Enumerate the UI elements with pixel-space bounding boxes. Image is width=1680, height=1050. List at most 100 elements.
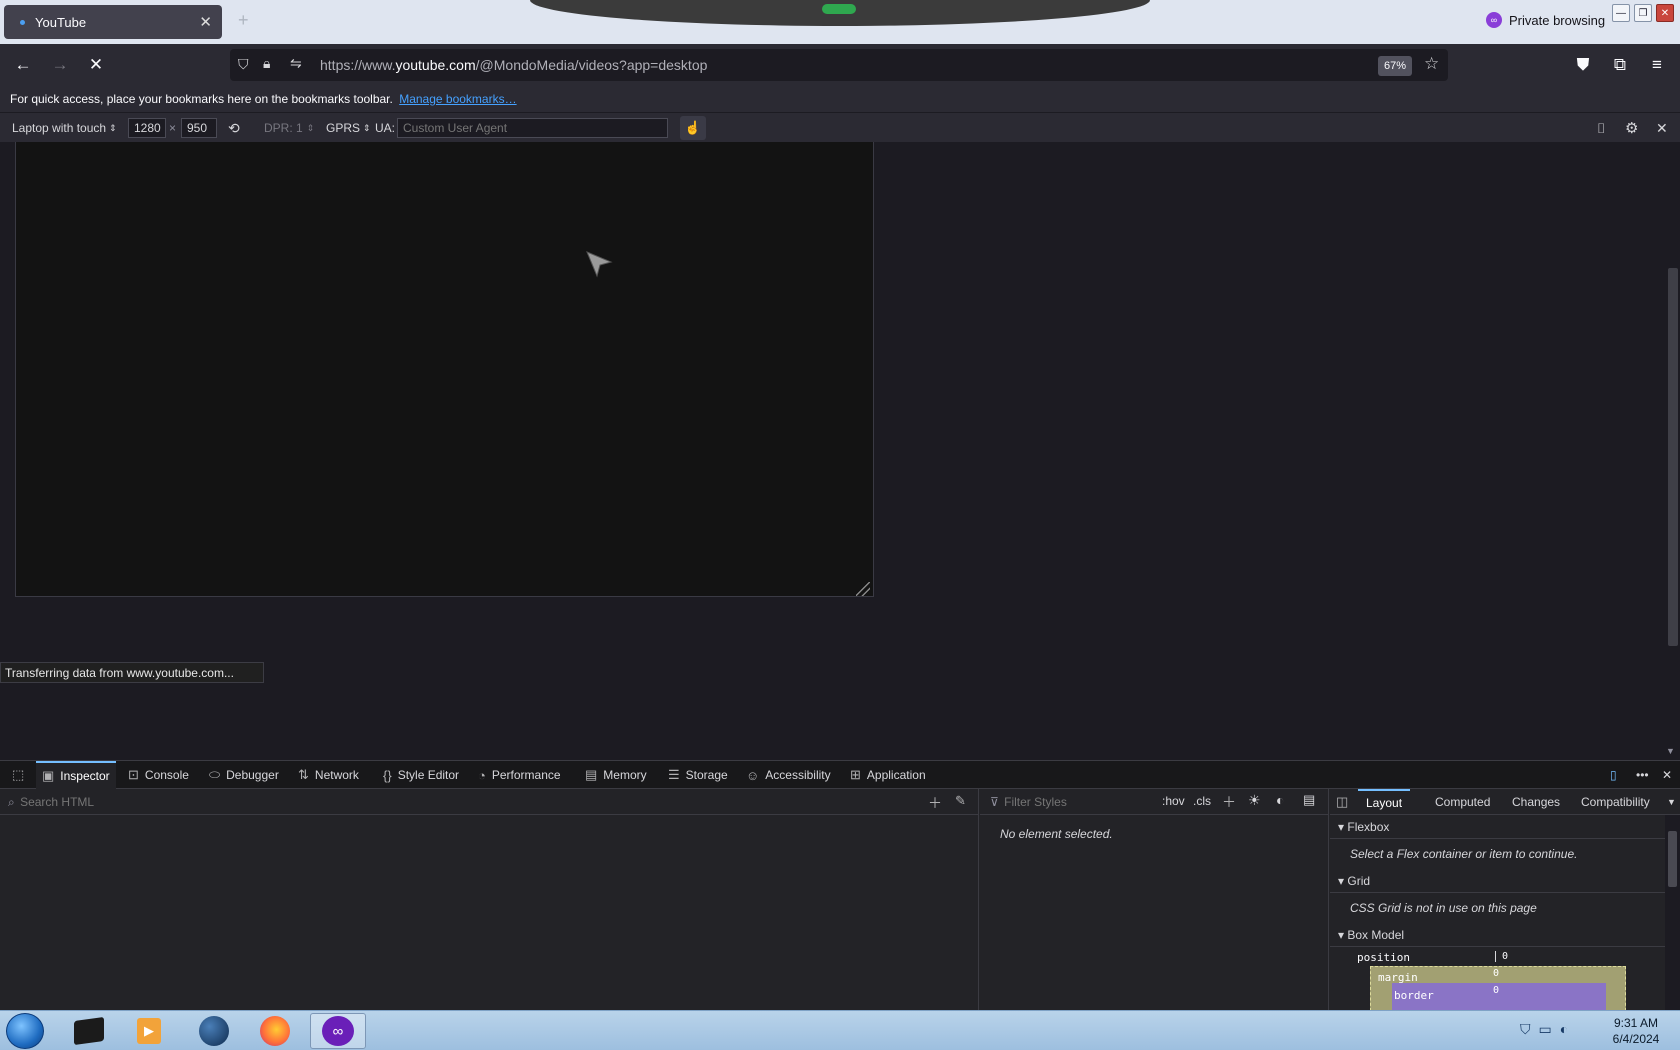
tab-inspector[interactable]: ▣ Inspector [36,761,116,789]
search-html-input[interactable] [18,794,899,810]
element-picker-icon[interactable]: ⬚ [6,761,30,789]
screenshot-icon[interactable]: ⌷ [1597,119,1605,137]
pocket-icon[interactable]: ⛊ [1570,53,1596,77]
dark-scheme-icon[interactable]: ◐ [1276,792,1284,808]
page-scrollbar-thumb[interactable] [1668,268,1678,646]
touch-simulation-toggle[interactable]: ☝ [680,116,706,140]
taskbar-app-firefox[interactable] [250,1013,300,1049]
security-icon[interactable]: ⛉ [1520,1021,1531,1038]
viewport-height-input[interactable]: 950 [181,118,217,138]
print-media-icon[interactable]: ▤ [1303,792,1315,808]
dropdown-arrows-icon: ⇕ [109,122,117,133]
viewport-width-input[interactable]: 1280 [128,118,166,138]
window-close-icon[interactable]: ✕ [1656,4,1674,22]
tab-performance[interactable]: ◔ Performance [472,761,567,789]
url-text[interactable]: https://www.youtube.com/@MondoMedia/vide… [320,57,707,73]
collapse-triangle-icon: ▾ [1338,874,1348,888]
shield-icon[interactable]: ⛉ [238,56,249,73]
tab-label: Style Editor [397,768,460,782]
flexbox-section-header[interactable]: ▾ Flexbox [1330,815,1665,839]
tab-compatibility[interactable]: Compatibility [1573,789,1658,815]
tab-debugger[interactable]: ⬭ Debugger [203,761,285,789]
device-selector[interactable]: Laptop with touch ⇕ [12,119,117,137]
lock-icon[interactable]: 🔒︎ [263,55,270,72]
new-tab-icon[interactable]: + [238,10,249,31]
address-bar[interactable]: ⛉ 🔒︎ ⇋ https://www.youtube.com/@MondoMed… [230,49,1448,81]
network-tray-icon[interactable]: ▭ [1539,1021,1552,1038]
forward-button[interactable]: → [47,53,73,77]
clock-date: 6/4/2024 [1612,1032,1660,1046]
eyedropper-icon[interactable]: ✎ [955,793,966,809]
tab-computed[interactable]: Computed [1427,789,1498,815]
tab-label: Debugger [226,768,279,782]
device-viewport[interactable] [15,142,874,597]
box-model-position-value[interactable]: 0 [1495,951,1511,962]
layout-sidebar: ◫ Layout Computed Changes Compatibility … [1330,789,1680,1011]
tab-style-editor[interactable]: {} Style Editor [377,761,465,789]
box-model-margin-value[interactable]: 0 [1493,968,1499,979]
menu-icon[interactable]: ≡ [1644,53,1670,77]
navigation-toolbar: ← → ✕ ⛉ 🔒︎ ⇋ https://www.youtube.com/@Mo… [0,44,1680,86]
hand-icon: ☝ [684,120,702,135]
dropdown-arrows-icon: ⇕ [363,122,371,133]
tab-storage[interactable]: ☰ Storage [662,761,734,789]
box-model-section-header[interactable]: ▾ Box Model [1330,923,1665,947]
tab-youtube[interactable]: YouTube ✕ [4,5,222,39]
memory-icon: ▤ [585,767,598,782]
stop-button[interactable]: ✕ [83,53,109,77]
restore-icon[interactable]: ❐ [1634,4,1652,22]
tab-label: Storage [685,768,728,782]
tab-changes[interactable]: Changes [1504,789,1568,815]
close-rdm-icon[interactable]: ✕ [1656,119,1668,137]
close-devtools-icon[interactable]: ✕ [1656,761,1678,789]
tab-close-icon[interactable]: ✕ [199,13,212,31]
sidebar-scrollbar[interactable] [1665,815,1680,1011]
minimize-icon[interactable]: — [1612,4,1630,22]
tab-loading-icon [20,19,25,25]
class-toggle[interactable]: .cls [1193,794,1211,808]
back-button[interactable]: ← [10,53,36,77]
permissions-icon[interactable]: ⇋ [290,55,302,72]
taskbar-app-media[interactable]: ▶ [124,1013,174,1049]
scroll-down-icon[interactable]: ▼ [1666,746,1675,756]
viewport-resize-handle[interactable] [856,582,870,596]
toggle-sidebar-icon[interactable]: ◫ [1336,789,1348,815]
sidebar-scrollbar-thumb[interactable] [1668,831,1677,887]
add-rule-icon[interactable]: ＋ [1222,792,1236,812]
tab-network[interactable]: ⇅ Network [292,761,365,789]
user-agent-input[interactable] [397,118,668,138]
hover-toggle[interactable]: :hov [1162,794,1185,808]
tab-application[interactable]: ⊞ Application [844,761,932,789]
search-html-bar: ⌕ ＋ ✎ [0,789,979,815]
tab-console[interactable]: ⊡ Console [122,761,195,789]
system-clock[interactable]: 9:31 AM 6/4/2024 [1600,1015,1672,1047]
settings-gear-icon[interactable]: ⚙ [1625,119,1638,137]
private-browsing-indicator: ∞ Private browsing [1486,12,1605,28]
network-throttling-selector[interactable]: GPRS ⇕ [326,119,371,137]
page-scrollbar[interactable] [1664,268,1680,788]
filter-styles-input[interactable] [1002,794,1153,810]
dpr-selector[interactable]: DPR: 1 ⇕ [264,119,314,137]
manage-bookmarks-link[interactable]: Manage bookmarks… [399,92,516,106]
taskbar-app-firefox-private[interactable]: ∞ [310,1013,366,1049]
bookmarks-hint: For quick access, place your bookmarks h… [10,92,393,106]
zoom-level-badge[interactable]: 67% [1378,56,1412,76]
taskbar-app-globe[interactable] [189,1013,239,1049]
chevron-down-icon[interactable]: ▼ [1667,789,1676,815]
add-node-icon[interactable]: ＋ [928,793,942,813]
start-button[interactable] [6,1013,44,1049]
light-scheme-icon[interactable]: ☀ [1248,792,1261,809]
tab-layout[interactable]: Layout [1358,789,1411,815]
tab-memory[interactable]: ▤ Memory [579,761,653,789]
more-options-icon[interactable]: ••• [1630,761,1655,789]
dock-side-icon[interactable]: ▯ [1604,761,1623,789]
rotate-viewport-icon[interactable]: ⟲ [228,119,240,137]
bookmark-star-icon[interactable]: ☆ [1424,54,1439,74]
tab-accessibility[interactable]: ☺ Accessibility [740,761,837,789]
tab-title: YouTube [35,14,87,30]
grid-section-header[interactable]: ▾ Grid [1330,869,1665,893]
taskbar-app-terminal[interactable] [64,1013,114,1049]
extensions-icon[interactable]: ⧉ [1607,53,1633,77]
volume-icon[interactable]: ◐ [1560,1021,1568,1038]
box-model-border-value[interactable]: 0 [1493,985,1499,996]
